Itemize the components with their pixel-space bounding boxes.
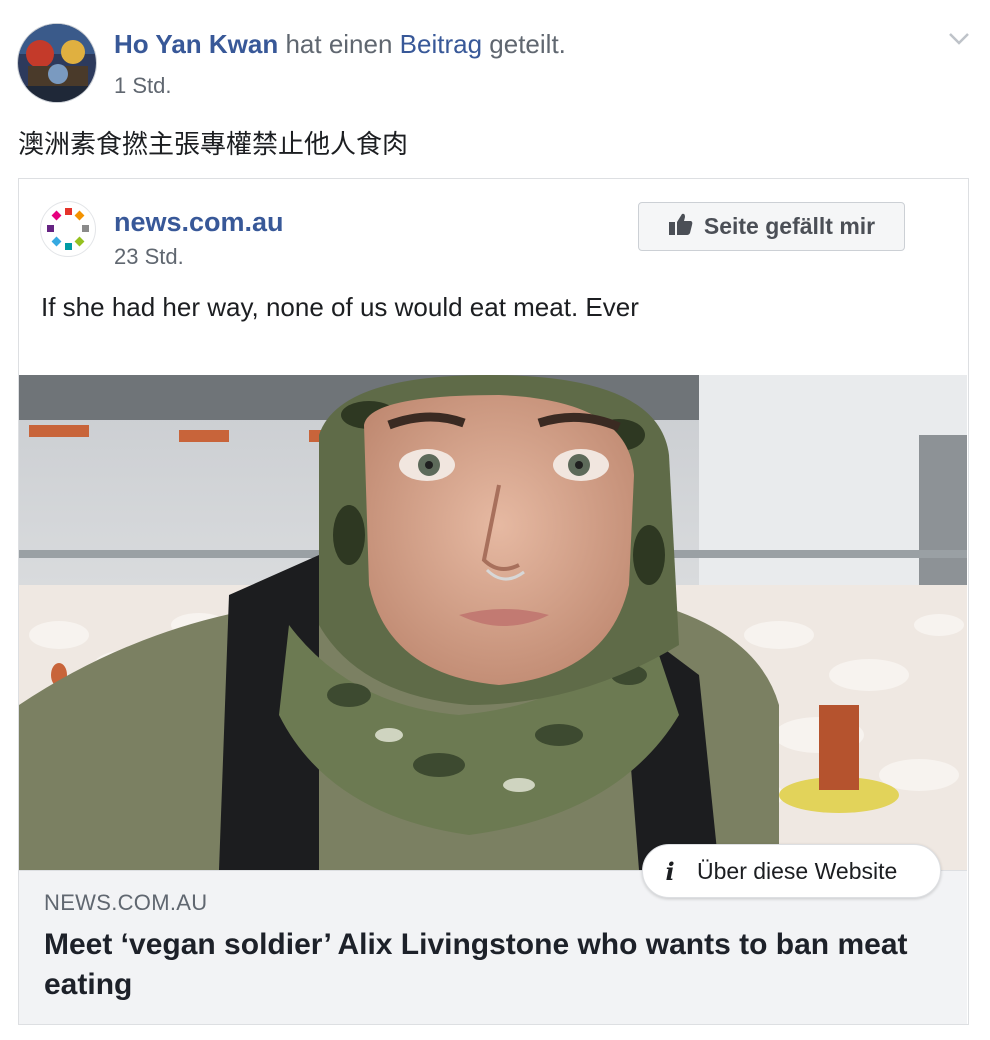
about-website-label: Über diese Website	[697, 857, 898, 884]
shared-post-text: If she had her way, none of us would eat…	[41, 292, 639, 322]
post-timestamp[interactable]: 1 Std.	[114, 73, 171, 99]
shared-post-timestamp[interactable]: 23 Std.	[114, 244, 184, 270]
link-domain: NEWS.COM.AU	[44, 890, 208, 915]
author-avatar[interactable]	[17, 23, 97, 103]
action-text: hat einen	[278, 29, 400, 59]
info-icon: i	[665, 856, 675, 886]
page-name-link[interactable]: news.com.au	[114, 207, 284, 238]
author-name-link[interactable]: Ho Yan Kwan	[114, 29, 278, 59]
post-link[interactable]: Beitrag	[400, 29, 482, 59]
chevron-down-icon[interactable]	[944, 24, 974, 52]
link-title[interactable]: Meet ‘vegan soldier’ Alix Livingstone wh…	[44, 925, 944, 1005]
page-logo[interactable]	[40, 201, 96, 257]
like-page-label: Seite gefällt mir	[703, 213, 876, 239]
post-header: Ho Yan Kwan hat einen Beitrag geteilt.	[114, 29, 566, 60]
about-website-button[interactable]: i Über diese Website	[642, 844, 941, 898]
like-page-button[interactable]: Seite gefällt mir	[638, 202, 905, 251]
post-text: 澳洲素食撚主張專權禁止他人食肉	[18, 130, 409, 160]
thumbs-up-icon	[668, 212, 694, 242]
article-image[interactable]	[19, 375, 967, 870]
action-suffix: geteilt.	[482, 29, 566, 59]
